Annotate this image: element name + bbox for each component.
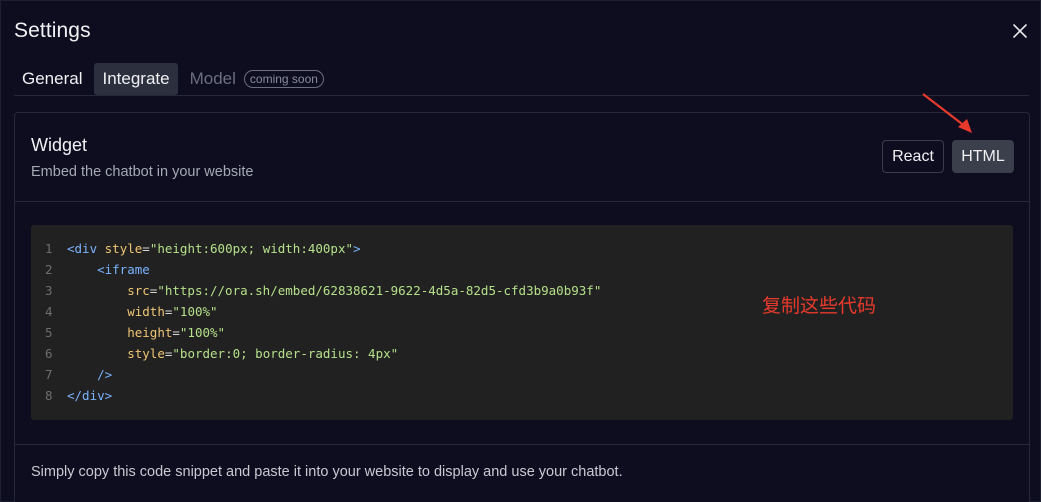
line-number: 4 bbox=[45, 304, 53, 319]
coming-soon-badge: coming soon bbox=[243, 70, 324, 88]
code-text: style="border:0; border-radius: 4px" bbox=[127, 346, 399, 361]
instructions-text: Simply copy this code snippet and paste … bbox=[31, 464, 623, 480]
line-number: 8 bbox=[45, 388, 53, 403]
html-button[interactable]: HTML bbox=[952, 140, 1014, 173]
line-number: 7 bbox=[45, 367, 53, 382]
code-text: width="100%" bbox=[127, 304, 218, 319]
code-text: /> bbox=[97, 367, 113, 382]
settings-dialog: Settings General Integrate Model coming … bbox=[0, 0, 1041, 502]
line-number: 3 bbox=[45, 283, 53, 298]
code-text: <iframe bbox=[97, 262, 150, 277]
tab-integrate[interactable]: Integrate bbox=[94, 63, 178, 95]
code-line: 2 <iframe bbox=[31, 259, 1013, 280]
tab-bar: General Integrate Model coming soon bbox=[14, 63, 332, 95]
code-text: </div> bbox=[67, 388, 113, 403]
close-button[interactable] bbox=[1009, 20, 1031, 42]
react-button[interactable]: React bbox=[882, 140, 944, 173]
dialog-title: Settings bbox=[14, 19, 91, 42]
code-line: 8 </div> bbox=[31, 385, 1013, 406]
tab-label: Model bbox=[189, 69, 236, 88]
code-text: src="https://ora.sh/embed/62838621-9622-… bbox=[127, 283, 602, 298]
card-divider-top bbox=[15, 201, 1029, 202]
widget-title: Widget bbox=[31, 135, 88, 155]
tabs-divider bbox=[14, 95, 1029, 96]
line-number: 5 bbox=[45, 325, 53, 340]
widget-subtitle: Embed the chatbot in your website bbox=[31, 164, 254, 180]
code-text: height="100%" bbox=[127, 325, 226, 340]
tab-label: Integrate bbox=[102, 69, 170, 88]
code-line: 5 height="100%" bbox=[31, 322, 1013, 343]
widget-card: Widget Embed the chatbot in your website… bbox=[14, 93, 1030, 502]
code-line: 6 style="border:0; border-radius: 4px" bbox=[31, 343, 1013, 364]
code-line: 1 <div style="height:600px; width:400px"> bbox=[31, 238, 1013, 259]
close-icon bbox=[1013, 24, 1027, 38]
code-snippet[interactable]: 1 <div style="height:600px; width:400px">… bbox=[31, 225, 1013, 420]
tab-label: General bbox=[22, 69, 83, 88]
code-line: 7 /> bbox=[31, 364, 1013, 385]
tab-model: Model coming soon bbox=[182, 63, 332, 95]
code-text: <div style="height:600px; width:400px"> bbox=[67, 241, 361, 256]
red-arrow-annotation-icon bbox=[922, 93, 972, 133]
copy-code-annotation: 复制这些代码 bbox=[762, 295, 877, 317]
card-divider-bottom bbox=[15, 444, 1029, 445]
line-number: 6 bbox=[45, 346, 53, 361]
line-number: 1 bbox=[45, 241, 53, 256]
tab-general[interactable]: General bbox=[14, 63, 90, 95]
line-number: 2 bbox=[45, 262, 53, 277]
